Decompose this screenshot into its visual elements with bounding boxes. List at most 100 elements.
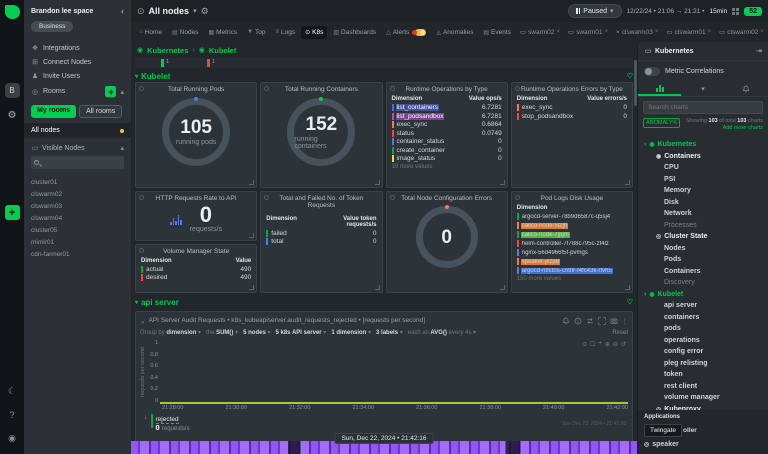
sidebar-item-connect-nodes[interactable]: ⊞ Connect Nodes	[31, 58, 124, 66]
dimensions-dropdown[interactable]: 1 dimension ▾	[331, 329, 371, 336]
card-runtime-operation-errors[interactable]: Runtime Operations Errors by Type Dimens…	[511, 82, 633, 188]
info-icon[interactable]	[574, 317, 582, 325]
netdata-logo-icon[interactable]	[5, 5, 20, 19]
room-item-all-nodes[interactable]: All nodes	[24, 123, 131, 138]
add-space-button[interactable]: +	[5, 205, 20, 220]
table-row[interactable]: calico-node-5l2jh	[517, 222, 627, 229]
compare-icon[interactable]	[586, 317, 594, 325]
collapse-caret-icon[interactable]: ▾	[135, 73, 138, 80]
node-list-item[interactable]: clswarm03	[31, 203, 124, 210]
table-row[interactable]: exec_sync0.6864	[392, 121, 502, 128]
node-list-item[interactable]: cluster01	[31, 179, 124, 186]
tree-item-memory[interactable]: Memory	[644, 187, 768, 194]
current-room-name[interactable]: All nodes	[149, 6, 190, 16]
card-token-requests[interactable]: Total and Failed No. of Token Requests D…	[260, 191, 382, 293]
sidebar-item-integrations[interactable]: ❖ Integrations	[31, 44, 124, 52]
tab-events[interactable]: ▤Events	[479, 26, 515, 39]
tree-item-cpu[interactable]: CPU	[644, 164, 768, 171]
tree-item-disk[interactable]: Disk	[644, 199, 768, 206]
node-tab[interactable]: ▭clswarm02×	[716, 25, 767, 39]
tree-item-containers2[interactable]: Containers	[644, 268, 768, 275]
table-row[interactable]: actual490	[141, 266, 251, 273]
fullscreen-icon[interactable]	[598, 317, 606, 325]
nodes-collapse-icon[interactable]: ▴	[120, 144, 124, 152]
add-room-button[interactable]: +	[105, 86, 116, 97]
tab-dashboards[interactable]: ▧Dashboards	[329, 26, 380, 39]
card-volume-manager-state[interactable]: Volume Manager State DimensionValue actu…	[135, 244, 257, 294]
tab-my-rooms[interactable]: My rooms	[31, 105, 76, 118]
tab-anomalies[interactable]: ◬Anomalies	[432, 26, 477, 39]
tab-home[interactable]: ⌂Home	[135, 26, 166, 39]
time-aggregation-dropdown[interactable]: each as AVG() every 4s ▾	[408, 329, 476, 336]
nodes-dropdown[interactable]: 5 nodes ▾	[243, 329, 270, 336]
tab-nodes[interactable]: ▤Nodes	[168, 26, 202, 39]
section-kubelet[interactable]: ▾ Kubelet ♡	[135, 70, 633, 82]
chart-search-input[interactable]	[648, 104, 758, 111]
help-icon[interactable]: ?	[8, 410, 16, 420]
node-list-item[interactable]: mimir01	[31, 239, 124, 246]
node-search-input[interactable]	[41, 159, 111, 166]
table-row[interactable]: calico-node-7jpjm	[517, 231, 627, 238]
table-row[interactable]: exec_sync0	[517, 104, 627, 111]
node-list-item[interactable]: clswarm04	[31, 215, 124, 222]
node-list-item[interactable]: cdn-farmer01	[31, 251, 124, 258]
scrollbar-thumb[interactable]	[634, 60, 637, 106]
node-tab[interactable]: ▭swarm02×	[517, 25, 563, 39]
tab-all-rooms[interactable]: All rooms	[79, 105, 122, 118]
tree-item-psi[interactable]: PSI	[644, 176, 768, 183]
instances-dropdown[interactable]: 5 k8s API server ▾	[275, 329, 326, 336]
labels-dropdown[interactable]: 3 labels ▾	[376, 329, 403, 336]
gear-icon[interactable]: ⚙	[8, 110, 17, 121]
card-total-running-pods[interactable]: Total Running Pods 105 running pods	[135, 82, 257, 188]
table-row[interactable]: container_status0	[392, 138, 502, 145]
table-row[interactable]: argocd-ntfctns-cntrlr-f4fc43k-rtvh5	[517, 267, 627, 274]
select-icon[interactable]: ☐	[590, 341, 595, 348]
sidebar-item-invite-users[interactable]: ♟ Invite Users	[31, 72, 124, 80]
table-row[interactable]: argocd-server-78b9d6587c-q5sj4	[517, 213, 627, 220]
tree-item-discovery[interactable]: Discovery	[644, 279, 768, 286]
collapse-right-icon[interactable]: ⇥	[756, 47, 762, 55]
table-row[interactable]: list_containers6.7281	[392, 104, 502, 111]
tab-alerts[interactable]: △Alerts	[382, 26, 430, 39]
tree-item-containers[interactable]: ◉Containers	[644, 153, 768, 160]
chart-menu-icon[interactable]: ⋮	[622, 317, 629, 325]
sidebar-item-rooms[interactable]: ◎ Rooms + ▴	[31, 86, 124, 97]
close-icon[interactable]: ×	[556, 29, 560, 35]
room-dropdown-icon[interactable]: ▾	[193, 7, 197, 15]
table-row[interactable]: create_container0	[392, 147, 502, 154]
chart-plot-area[interactable]: ⊙ ☐ + ⊕ ⊖ ↺	[160, 340, 628, 404]
paused-button[interactable]: Paused ▾	[568, 4, 621, 18]
tab-filters[interactable]: ▾	[681, 82, 724, 96]
time-range[interactable]: 12/22/24 • 21:06 → 21:21 •	[627, 8, 705, 15]
breadcrumb-kubelet[interactable]: Kubelet	[209, 46, 237, 55]
room-settings-icon[interactable]: ⚙	[201, 6, 209, 17]
breadcrumb-kubernetes[interactable]: Kubernetes	[147, 46, 188, 55]
table-row[interactable]: total0	[266, 238, 376, 245]
zoom-out-icon[interactable]: ⊖	[613, 341, 618, 348]
alerts-timeline-strip[interactable]: 1 1	[135, 58, 633, 68]
close-icon[interactable]: ×	[655, 29, 659, 35]
card-pod-logs-disk-usage[interactable]: Pod Logs Disk Usage Dimension argocd-ser…	[511, 191, 633, 293]
table-row[interactable]: helm-controller-7f788c795c-zf4lz	[517, 240, 627, 247]
card-node-config-errors[interactable]: Total Node Configuration Errors 0	[386, 191, 508, 293]
favorite-heart-icon[interactable]: ♡	[627, 72, 633, 80]
collapse-sidebar-icon[interactable]: ‹	[121, 6, 124, 16]
node-list-item[interactable]: clswarm02	[31, 191, 124, 198]
time-window[interactable]: 15min	[709, 8, 727, 15]
tree-kubernetes[interactable]: ›◉Kubernetes	[644, 141, 768, 148]
more-values-link[interactable]: 19 more values	[392, 164, 502, 170]
highlight-icon[interactable]: +	[598, 341, 602, 348]
tree-item-operations[interactable]: operations	[644, 337, 768, 344]
table-row[interactable]: image_status0	[392, 155, 502, 162]
close-icon[interactable]: ×	[760, 29, 764, 35]
tree-item-token[interactable]: token	[644, 371, 768, 378]
tree-item-controller[interactable]: oller	[683, 427, 697, 434]
tree-item-pods2[interactable]: pods	[644, 325, 768, 332]
reset-button[interactable]: Reset	[612, 330, 628, 336]
node-tab[interactable]: ▭clswarm01×	[663, 25, 714, 39]
table-row[interactable]: failed0	[266, 230, 376, 237]
table-row[interactable]: status0.0749	[392, 130, 502, 137]
tree-item-containers3[interactable]: containers	[644, 314, 768, 321]
metric-correlations-row[interactable]: Metric Correlations	[638, 61, 768, 82]
node-tab[interactable]: ×clswarm03×	[613, 26, 661, 39]
